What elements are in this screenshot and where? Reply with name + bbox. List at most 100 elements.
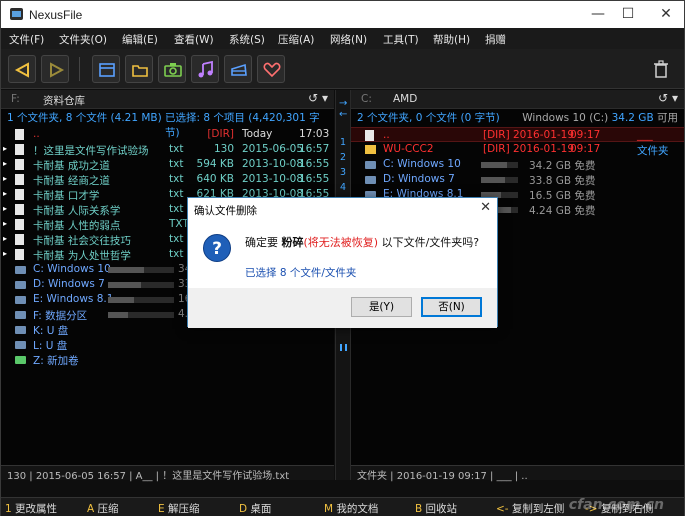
file-date: 2013-10-08 xyxy=(242,173,304,185)
no-button[interactable]: 否(N) xyxy=(421,297,482,317)
panel-button[interactable] xyxy=(92,55,120,83)
fkey-E[interactable]: E 解压缩 xyxy=(158,501,199,516)
file-name: 卡耐基 为人处世哲学 xyxy=(33,250,131,262)
right-path[interactable]: AMD xyxy=(393,93,417,105)
copy-right-arrow-icon[interactable]: → xyxy=(339,98,347,109)
card-icon xyxy=(231,63,247,76)
file-row[interactable]: ▸ 卡耐基 成功之道 txt 594 KB 2013-10-08 16:55 xyxy=(1,157,334,172)
fkey-M[interactable]: M 我的文档 xyxy=(324,501,378,516)
close-button[interactable]: ✕ xyxy=(649,1,683,28)
file-name: .. xyxy=(383,129,390,141)
menu-donate[interactable]: 捐赠 xyxy=(485,32,506,47)
menu-tools[interactable]: 工具(T) xyxy=(383,32,419,47)
menu-help[interactable]: 帮助(H) xyxy=(433,32,470,47)
panel-tab-1[interactable]: 1 xyxy=(340,137,346,148)
row-marker-icon: ▸ xyxy=(3,234,8,243)
panel-tab-2[interactable]: 2 xyxy=(340,152,346,163)
drive-label: E: Windows 8.1 xyxy=(33,293,114,305)
drive-label: D: Windows 7 xyxy=(383,173,455,185)
drive-icon xyxy=(365,176,376,184)
drive-label: K: U 盘 xyxy=(33,325,69,337)
drive-row[interactable]: L: U 盘 xyxy=(1,337,334,352)
menu-system[interactable]: 系统(S) xyxy=(229,32,265,47)
file-type: ___ xyxy=(637,129,653,141)
fkey-B[interactable]: B 回收站 xyxy=(415,501,457,516)
fkey-D[interactable]: D 桌面 xyxy=(239,501,271,516)
file-row[interactable]: ▸ 卡耐基 经商之道 txt 640 KB 2013-10-08 16:55 xyxy=(1,172,334,187)
watermark: cfan.com.cn xyxy=(568,497,664,513)
camera-icon xyxy=(164,63,182,77)
right-status-free: Windows 10 (C:) 34.2 GB 可用 xyxy=(522,110,678,125)
panel-tab-4[interactable]: 4 xyxy=(340,182,346,193)
file-icon xyxy=(15,249,24,260)
file-row[interactable]: .. [DIR] 2016-01-19 09:17 ___ xyxy=(351,127,684,142)
file-date: 2015-06-05 xyxy=(242,143,304,155)
right-path-controls[interactable]: ↺ ▾ xyxy=(658,91,678,105)
file-name: 卡耐基 人性的弱点 xyxy=(33,220,121,232)
menu-edit[interactable]: 编辑(E) xyxy=(122,32,158,47)
fkey-A[interactable]: A 压缩 xyxy=(87,501,119,516)
file-name: 卡耐基 口才学 xyxy=(33,190,100,202)
file-ext: txt xyxy=(169,203,184,215)
folder-button[interactable] xyxy=(125,55,153,83)
fkey-1[interactable]: 1 更改属性 xyxy=(5,501,57,516)
file-time: 09:17 xyxy=(570,143,601,155)
trash-button[interactable] xyxy=(647,55,675,83)
menu-file[interactable]: 文件(F) xyxy=(9,32,44,47)
music-button[interactable] xyxy=(191,55,219,83)
menu-bar: 文件(F) 文件夹(O) 编辑(E) 查看(W) 系统(S) 压缩(A) 网络(… xyxy=(1,28,684,49)
camera-button[interactable] xyxy=(158,55,186,83)
drive-free: 4.24 GB 免费 xyxy=(529,205,596,217)
file-ext: txt xyxy=(169,188,184,200)
fkey-label: 复制到左侧 xyxy=(508,503,565,515)
file-row[interactable]: .. [DIR] Today 17:03 xyxy=(1,127,334,142)
heart-icon xyxy=(263,62,281,78)
menu-compress[interactable]: 压缩(A) xyxy=(278,32,314,47)
copy-left-arrow-icon[interactable]: ← xyxy=(339,109,347,120)
file-type: 文件夹 xyxy=(637,145,669,157)
dialog-message-warning: (将无法被恢复) xyxy=(303,236,379,249)
fkey-key: E xyxy=(158,503,165,515)
fkey-label: 更改属性 xyxy=(11,503,58,515)
right-status-free-space: 34.2 GB xyxy=(611,112,654,124)
menu-folder[interactable]: 文件夹(O) xyxy=(59,32,107,47)
drive-icon xyxy=(15,326,26,334)
menu-view[interactable]: 查看(W) xyxy=(174,32,214,47)
file-name: WU-CCC2 xyxy=(383,143,434,155)
drive-usage-bar xyxy=(481,162,518,168)
file-size: 130 xyxy=(213,143,234,155)
back-button[interactable] xyxy=(8,55,36,83)
menu-network[interactable]: 网络(N) xyxy=(330,32,367,47)
window-icon xyxy=(99,63,115,77)
file-row[interactable]: WU-CCC2 [DIR] 2016-01-19 09:17 文件夹 xyxy=(351,142,684,157)
left-status-count: 1 个文件夹, 8 个文件 (4.21 MB) xyxy=(7,112,162,124)
file-row[interactable]: ▸ ！这里是文件写作试验场 txt 130 2015-06-05 16:57 xyxy=(1,142,334,157)
forward-button[interactable] xyxy=(41,55,69,83)
maximize-button[interactable]: ☐ xyxy=(611,1,645,28)
drive-row[interactable]: Z: 新加卷 xyxy=(1,352,334,367)
file-icon xyxy=(15,204,24,215)
right-drive-label[interactable]: C: xyxy=(361,93,372,105)
drive-icon xyxy=(15,356,26,364)
dialog-close-button[interactable]: ✕ xyxy=(480,200,491,215)
dialog-body: ? 确定要 粉碎(将无法被恢复) 以下文件/文件夹吗? 已选择 8 个文件/文件… xyxy=(188,220,497,328)
left-footer-text: 130 | 2015-06-05 16:57 | A__ | ！这里是文件写作试… xyxy=(7,471,290,482)
file-time: 16:57 xyxy=(299,143,330,155)
drive-row[interactable]: D: Windows 7 33.8 GB 免费 xyxy=(351,172,684,187)
left-path[interactable]: 资料仓库 xyxy=(43,93,85,108)
left-path-controls[interactable]: ↺ ▾ xyxy=(308,91,328,105)
drive-icon xyxy=(15,311,26,319)
fkey-label: 回收站 xyxy=(422,503,458,515)
title-bar: NexusFile — ☐ ✕ xyxy=(1,1,684,28)
panel-tab-3[interactable]: 3 xyxy=(340,167,346,178)
file-name: 卡耐基 社会交往技巧 xyxy=(33,235,131,247)
minimize-button[interactable]: — xyxy=(581,1,615,28)
drive-row[interactable]: C: Windows 10 34.2 GB 免费 xyxy=(351,157,684,172)
drive-icon xyxy=(365,161,376,169)
yes-button[interactable]: 是(Y) xyxy=(351,297,412,317)
card-button[interactable] xyxy=(224,55,252,83)
favorites-button[interactable] xyxy=(257,55,285,83)
fkey-<-[interactable]: <- 复制到左侧 xyxy=(496,501,564,516)
dialog-selection-info: 已选择 8 个文件/文件夹 xyxy=(245,267,357,279)
left-drive-label[interactable]: F: xyxy=(11,93,20,105)
